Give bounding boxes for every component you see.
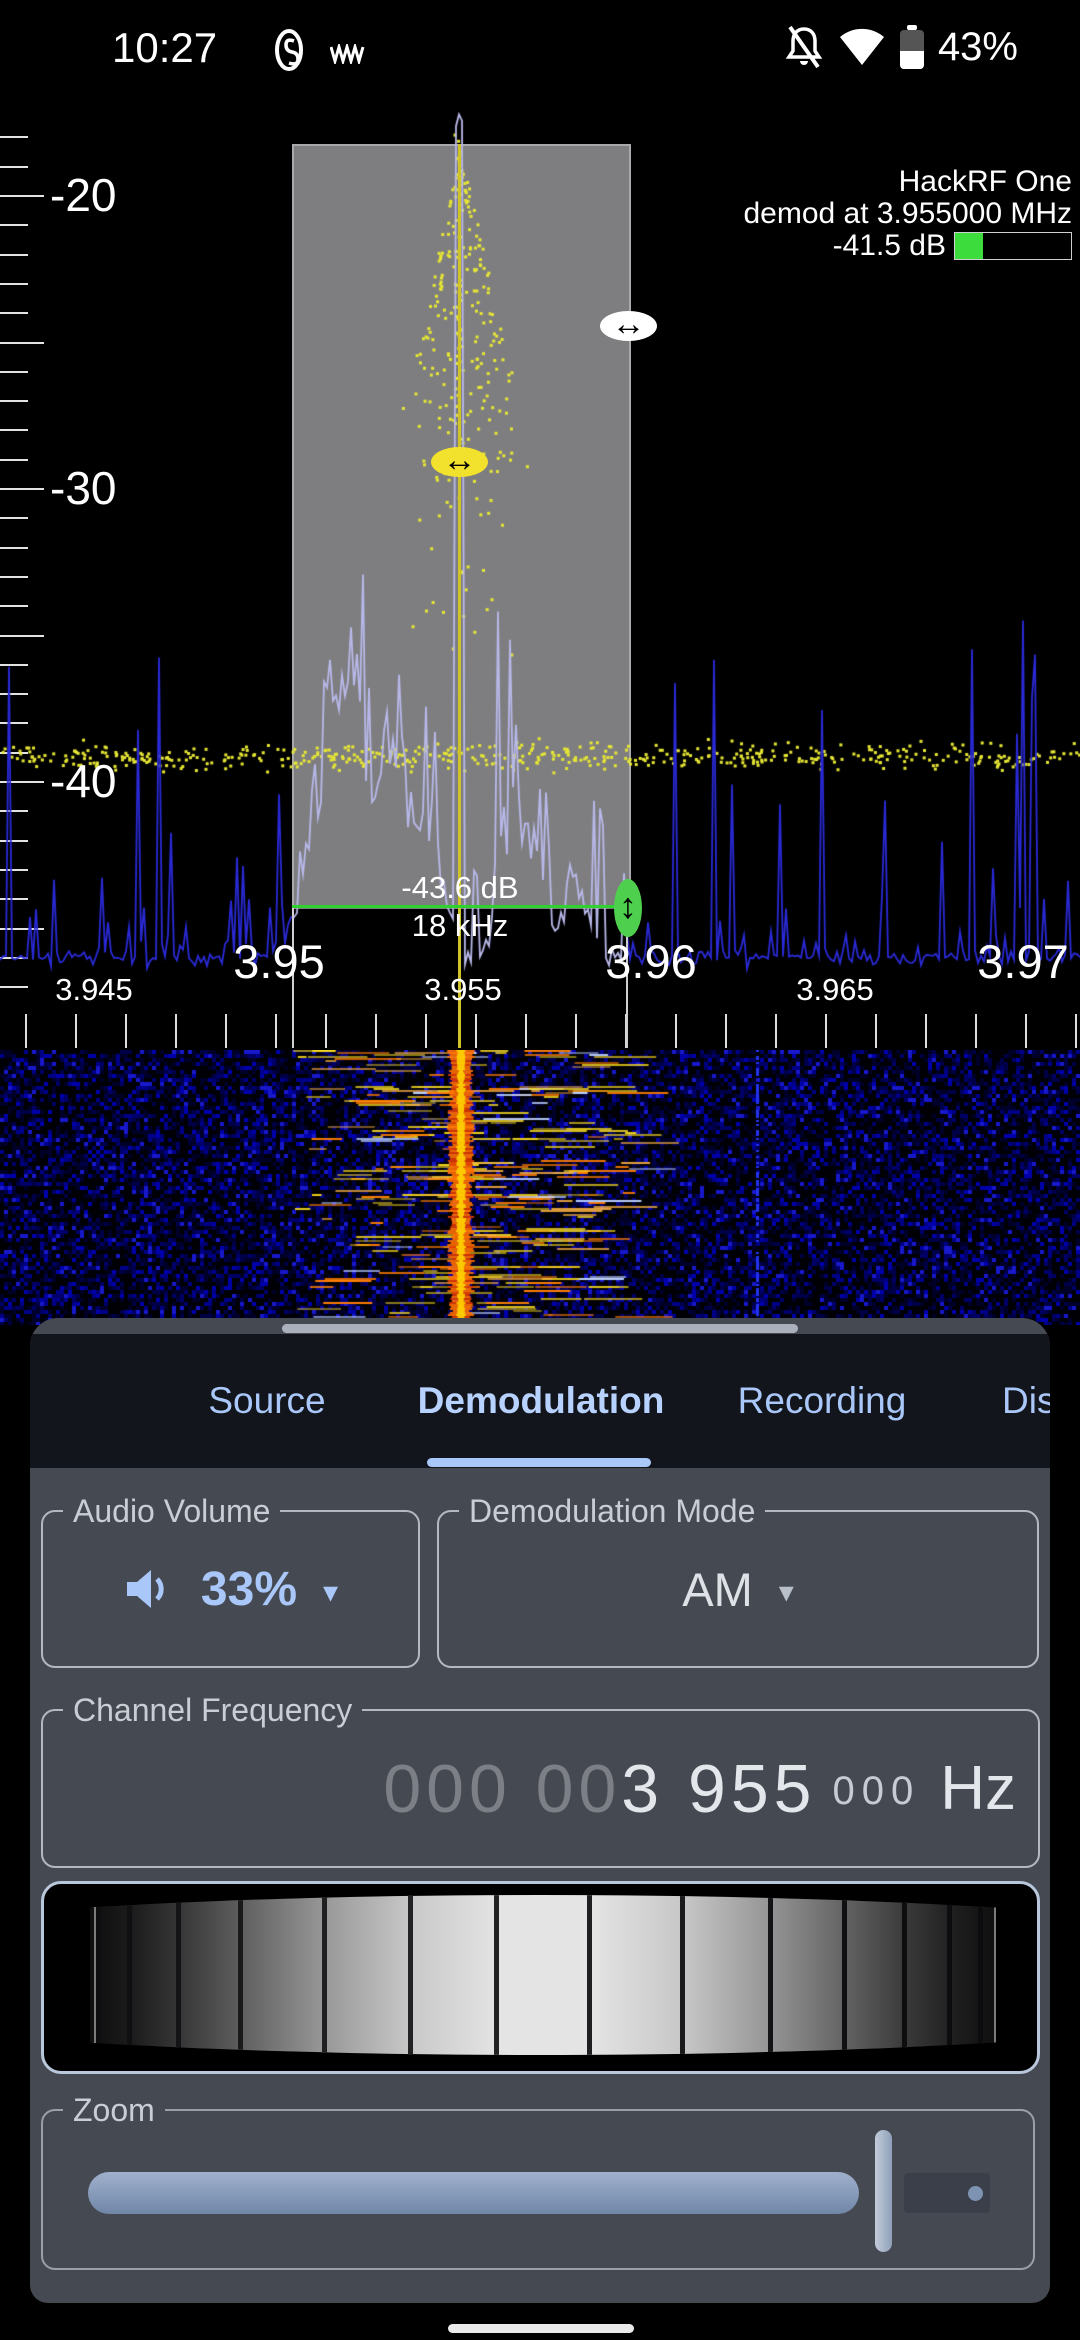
zoom-slider-track[interactable] xyxy=(88,2172,859,2214)
tuning-wheel-segment xyxy=(494,1895,592,2055)
clock: 10:27 xyxy=(112,24,217,72)
zoom-label: Zoom xyxy=(63,2092,165,2129)
freq-label-major: 3.96 xyxy=(605,934,696,989)
demod-mode-group: Demodulation Mode AM ▾ xyxy=(437,1510,1039,1668)
battery-percent: 43% xyxy=(938,25,1018,70)
sheet-drag-handle[interactable] xyxy=(282,1324,798,1333)
freq-leading-zeros[interactable]: 000 00 xyxy=(383,1750,621,1828)
tab-strip: Source Demodulation Recording Display xyxy=(30,1334,1050,1468)
tab-source[interactable]: Source xyxy=(208,1380,325,1422)
signal-meter xyxy=(954,232,1072,260)
freq-label-minor: 3.965 xyxy=(796,972,874,1008)
demod-mode-value[interactable]: AM xyxy=(682,1562,753,1617)
rig-info-overlay: HackRF One demod at 3.955000 MHz -41.5 d… xyxy=(743,166,1072,262)
speaker-icon xyxy=(123,1565,175,1613)
tuning-wheel-segment xyxy=(842,1895,907,2055)
sdr-notification-icon xyxy=(272,28,306,72)
demod-frequency-text: demod at 3.955000 MHz xyxy=(743,198,1072,230)
tuning-wheel-segment xyxy=(680,1895,773,2055)
demod-mode-label: Demodulation Mode xyxy=(459,1493,765,1530)
active-tab-indicator xyxy=(427,1458,651,1467)
tuning-wheel-segment xyxy=(978,1895,996,2055)
vibration-icon xyxy=(330,44,366,64)
freq-main-digits[interactable]: 3 955 xyxy=(621,1750,816,1828)
tab-recording[interactable]: Recording xyxy=(738,1380,907,1422)
freq-label-major: 3.97 xyxy=(977,934,1068,989)
frequency-readout[interactable]: 000 003 955 000 Hz xyxy=(383,1711,1016,1866)
tuning-wheel-segment xyxy=(902,1895,952,2055)
demod-mode-dropdown-caret[interactable]: ▾ xyxy=(779,1575,794,1610)
device-name: HackRF One xyxy=(743,166,1072,198)
db-axis-label: -30 xyxy=(50,461,116,515)
wifi-icon xyxy=(838,25,886,69)
selection-power-label: -43.6 dB xyxy=(310,870,610,906)
tuning-wheel-segment xyxy=(238,1895,327,2055)
battery-icon xyxy=(900,25,924,69)
tab-display[interactable]: Display xyxy=(1002,1380,1050,1422)
home-indicator[interactable] xyxy=(448,2324,634,2333)
tuning-wheel-segment xyxy=(587,1895,685,2055)
tuning-wheel-segment xyxy=(322,1895,413,2055)
volume-dropdown-caret[interactable]: ▾ xyxy=(323,1575,338,1610)
audio-volume-group: Audio Volume 33% ▾ xyxy=(41,1510,420,1668)
notifications-off-icon xyxy=(784,25,824,69)
zoom-group: Zoom xyxy=(41,2109,1035,2270)
tuning-wheel-segment xyxy=(408,1895,499,2055)
tuning-wheel-segment xyxy=(176,1895,243,2055)
signal-level-text: -41.5 dB xyxy=(833,230,946,262)
audio-volume-label: Audio Volume xyxy=(63,1493,280,1530)
zoom-slider-end-dot xyxy=(968,2186,983,2201)
tuning-wheel-segment xyxy=(127,1895,181,2055)
tuning-wheel-container xyxy=(41,1881,1040,2074)
volume-value[interactable]: 33% xyxy=(201,1562,297,1617)
tuning-wheel[interactable] xyxy=(90,1895,991,2055)
status-bar: 10:27 43% xyxy=(0,0,1080,92)
freq-label-minor: 3.955 xyxy=(424,972,502,1008)
center-frequency-drag-handle[interactable]: ↔ xyxy=(431,447,488,477)
squelch-drag-handle[interactable]: ↕ xyxy=(614,879,642,937)
freq-label-minor: 3.945 xyxy=(55,972,133,1008)
selection-bandwidth-label: 18 kHz xyxy=(310,908,610,944)
waterfall-display[interactable] xyxy=(0,1050,1080,1325)
tuning-wheel-segment xyxy=(768,1895,847,2055)
bandwidth-drag-handle[interactable]: ↔ xyxy=(600,311,657,341)
db-axis-label: -40 xyxy=(50,754,116,808)
zoom-slider-thumb[interactable] xyxy=(875,2130,892,2252)
signal-meter-fill xyxy=(955,233,983,259)
control-bottom-sheet: Source Demodulation Recording Display Au… xyxy=(30,1318,1050,2303)
tab-demodulation[interactable]: Demodulation xyxy=(418,1380,665,1422)
sdr-app-screen: 10:27 43% xyxy=(0,0,1080,2340)
freq-hz-digits[interactable]: 000 xyxy=(832,1769,920,1814)
status-icons: 43% xyxy=(784,24,1018,70)
db-axis-label: -20 xyxy=(50,168,116,222)
channel-frequency-group: Channel Frequency 000 003 955000Hz xyxy=(41,1709,1040,1868)
channel-frequency-label: Channel Frequency xyxy=(63,1692,362,1729)
freq-unit: Hz xyxy=(940,1753,1016,1824)
freq-label-major: 3.95 xyxy=(233,934,324,989)
